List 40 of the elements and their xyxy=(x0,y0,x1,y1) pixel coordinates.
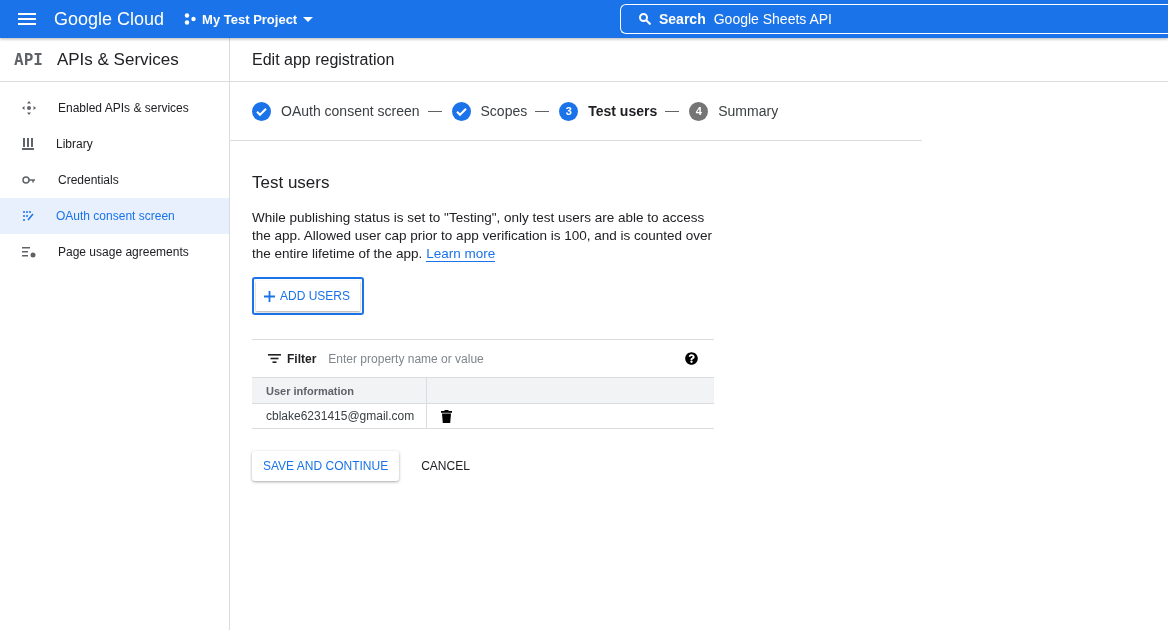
cancel-button[interactable]: CANCEL xyxy=(421,459,470,473)
step-number: 3 xyxy=(559,101,579,121)
learn-more-link[interactable]: Learn more xyxy=(426,246,496,262)
step-number: 4 xyxy=(689,101,709,121)
filter-label: Filter xyxy=(268,351,317,366)
step-label: Summary xyxy=(718,103,779,119)
search-icon xyxy=(639,13,651,25)
help-icon[interactable] xyxy=(685,352,698,365)
list-settings-icon xyxy=(22,246,36,258)
sidebar-item[interactable]: Enabled APIs & services xyxy=(0,90,229,126)
sidebar-item[interactable]: OAuth consent screen xyxy=(0,198,229,234)
dots-icon xyxy=(184,13,197,25)
trash-icon[interactable] xyxy=(441,409,452,423)
sidebar-item[interactable]: Page usage agreements xyxy=(0,234,229,270)
menu-icon[interactable] xyxy=(18,13,36,25)
page-title: Edit app registration xyxy=(230,38,1168,82)
api-logo-text: API xyxy=(14,50,43,69)
search-field[interactable]: Search Google Sheets API xyxy=(620,4,1168,34)
table-cell: cblake6231415@gmail.com xyxy=(252,404,427,428)
library-icon xyxy=(22,138,34,150)
dotted-checklist-icon xyxy=(22,210,34,222)
key-icon xyxy=(22,175,36,185)
plus-icon xyxy=(264,290,275,302)
caret-icon xyxy=(303,16,314,22)
step-label: OAuth consent screen xyxy=(281,103,420,119)
step-label: Scopes xyxy=(480,103,528,119)
section-title: Test users xyxy=(252,173,331,193)
search-label: Search xyxy=(659,11,706,27)
move-arrows-icon xyxy=(22,101,36,115)
project-selector[interactable]: My Test Project xyxy=(184,11,314,27)
sidebar-item[interactable]: Library xyxy=(0,126,229,162)
search-value: Google Sheets API xyxy=(713,11,832,27)
sidebar-title: APIs & Services xyxy=(56,49,179,70)
add-users-button[interactable]: ADD USERS xyxy=(256,281,360,311)
sidebar-item[interactable]: Credentials xyxy=(0,162,229,198)
brand-logo-text[interactable]: Google Cloud xyxy=(54,8,165,30)
filter-icon xyxy=(268,354,281,363)
description-text: While publishing status is set to "Testing", only test users are able to access the app. Allowed user cap prior to app verification is 100, and is counted over the entire lifetime of the app. Learn more xyxy=(252,209,714,263)
step-label: Test users xyxy=(588,103,658,119)
save-and-continue-button[interactable]: SAVE AND CONTINUE xyxy=(252,451,400,481)
